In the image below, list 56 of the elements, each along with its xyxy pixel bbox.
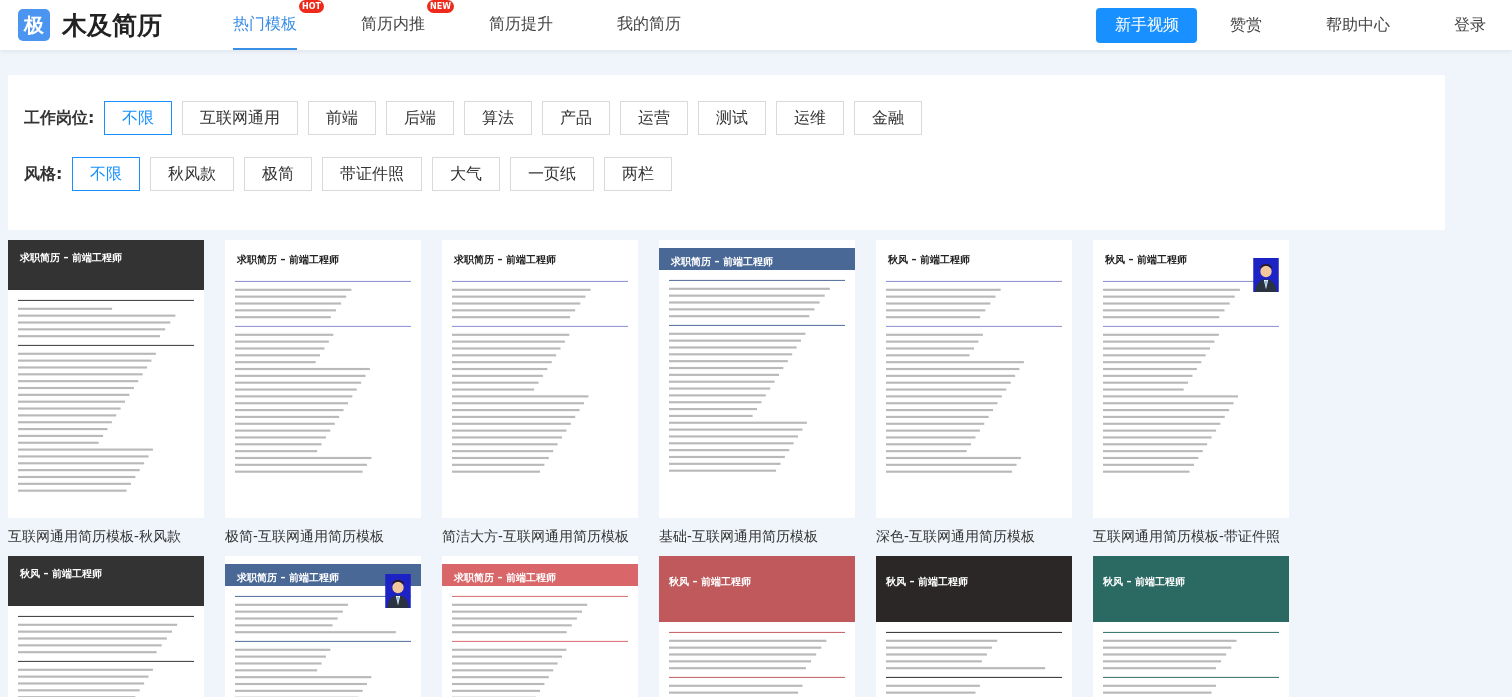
resume-title: 秋风 – 前端工程师 (1103, 576, 1185, 587)
filter-option[interactable]: 前端 (308, 101, 377, 135)
badge: HOT (299, 0, 324, 13)
filter-option[interactable]: 后端 (386, 101, 455, 135)
filter-option[interactable]: 算法 (464, 101, 533, 135)
filter-option[interactable]: 运维 (776, 101, 845, 135)
filter-label: 工作岗位: (24, 107, 95, 129)
resume-title: 秋风 – 前端工程师 (20, 568, 102, 579)
filter-option[interactable]: 一页纸 (510, 157, 595, 191)
resume-title: 求职简历 – 前端工程师 (671, 256, 773, 267)
resume-thumbnail[interactable]: 秋风 – 前端工程师 (876, 556, 1072, 697)
nav-link[interactable]: 帮助中心 (1326, 14, 1390, 36)
resume-thumbnail[interactable]: 秋风 – 前端工程师 (1093, 556, 1289, 697)
resume-title: 求职简历 – 前端工程师 (454, 254, 556, 265)
filter-option[interactable]: 互联网通用 (182, 101, 299, 135)
resume-title: 秋风 – 前端工程师 (669, 576, 751, 587)
nav-tab[interactable]: 我的简历 (617, 0, 681, 50)
resume-title: 秋风 – 前端工程师 (886, 576, 968, 587)
resume-title: 秋风 – 前端工程师 (888, 254, 970, 265)
nav-tab[interactable]: 热门模板 (233, 0, 297, 50)
filter-option[interactable]: 运营 (620, 101, 689, 135)
template-caption[interactable]: 深色-互联网通用简历模板 (876, 528, 1072, 546)
resume-thumbnail[interactable]: 求职简历 – 前端工程师 (659, 240, 855, 518)
filter-option[interactable]: 测试 (698, 101, 767, 135)
resume-title: 求职简历 – 前端工程师 (237, 254, 339, 265)
resume-title: 秋风 – 前端工程师 (1105, 254, 1187, 265)
template-caption[interactable]: 互联网通用简历模板-带证件照 (1093, 528, 1289, 546)
filter-option[interactable]: 秋风款 (150, 157, 235, 191)
resume-title: 求职简历 – 前端工程师 (20, 252, 122, 263)
resume-title: 求职简历 – 前端工程师 (237, 572, 339, 583)
resume-thumbnail[interactable]: 求职简历 – 前端工程师 (225, 240, 421, 518)
resume-thumbnail[interactable]: 求职简历 – 前端工程师 (225, 556, 421, 697)
filter-option[interactable]: 金融 (854, 101, 923, 135)
filter-option[interactable]: 带证件照 (322, 157, 423, 191)
nav-tab[interactable]: 简历提升 (489, 0, 553, 50)
template-caption[interactable]: 简洁大方-互联网通用简历模板 (442, 528, 638, 546)
resume-thumbnail[interactable]: 秋风 – 前端工程师 (1093, 240, 1289, 518)
site-name[interactable]: 木及简历 (62, 8, 162, 42)
badge: NEW (427, 0, 454, 13)
resume-thumbnail[interactable]: 秋风 – 前端工程师 (876, 240, 1072, 518)
resume-thumbnail[interactable]: 求职简历 – 前端工程师 (8, 240, 204, 518)
filter-label: 风格: (24, 163, 63, 185)
filter-option[interactable]: 极简 (244, 157, 313, 191)
nav-link[interactable]: 登录 (1454, 14, 1486, 36)
template-caption[interactable]: 极简-互联网通用简历模板 (225, 528, 421, 546)
resume-thumbnail[interactable]: 求职简历 – 前端工程师 (442, 240, 638, 518)
nav-tab[interactable]: 简历内推 (361, 0, 425, 50)
nav-link[interactable]: 赞赏 (1230, 14, 1262, 36)
resume-thumbnail[interactable]: 秋风 – 前端工程师 (659, 556, 855, 697)
filter-option[interactable]: 产品 (542, 101, 611, 135)
filter-option[interactable]: 大气 (432, 157, 501, 191)
template-caption[interactable]: 基础-互联网通用简历模板 (659, 528, 855, 546)
resume-thumbnail[interactable]: 秋风 – 前端工程师 (8, 556, 204, 697)
resume-title: 求职简历 – 前端工程师 (454, 572, 556, 583)
filter-option[interactable]: 两栏 (604, 157, 673, 191)
template-caption[interactable]: 互联网通用简历模板-秋风款 (8, 528, 204, 546)
